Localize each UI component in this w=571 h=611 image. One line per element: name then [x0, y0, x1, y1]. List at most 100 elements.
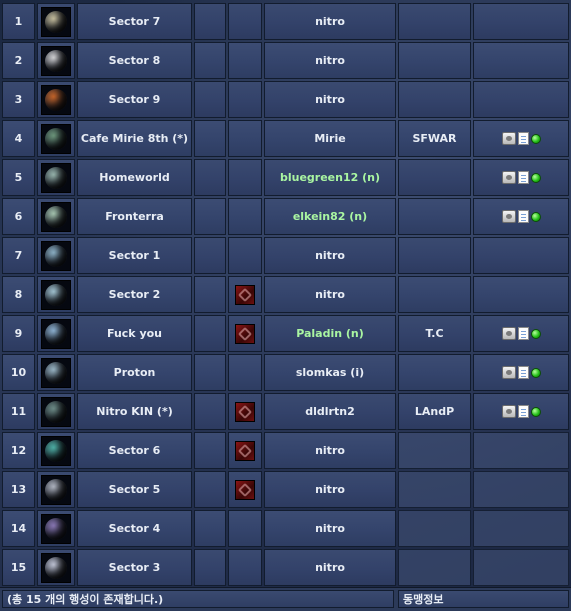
action-icons: [501, 132, 541, 145]
actions-cell: [473, 159, 569, 196]
planet-image-cell[interactable]: [37, 237, 75, 274]
action-icons: [501, 405, 541, 418]
planet-image-cell[interactable]: [37, 81, 75, 118]
planet-name-link[interactable]: Sector 9: [77, 81, 192, 118]
planet-thumbnail[interactable]: [41, 318, 71, 349]
planet-image-cell[interactable]: [37, 42, 75, 79]
planet-thumbnail[interactable]: [41, 6, 71, 37]
online-status-icon: [530, 406, 541, 417]
planet-thumbnail[interactable]: [41, 240, 71, 271]
owner-name-link[interactable]: nitro: [264, 471, 396, 508]
planet-name-link[interactable]: Sector 6: [77, 432, 192, 469]
owner-name-link[interactable]: nitro: [264, 3, 396, 40]
planet-thumbnail[interactable]: [41, 123, 71, 154]
planet-thumbnail[interactable]: [41, 162, 71, 193]
planet-name-link[interactable]: Sector 1: [77, 237, 192, 274]
planet-icon: [45, 244, 67, 267]
message-icon[interactable]: [517, 327, 529, 340]
planet-thumbnail[interactable]: [41, 552, 71, 583]
planet-name-link[interactable]: Fronterra: [77, 198, 192, 235]
alliance-tag: [398, 471, 471, 508]
planet-image-cell[interactable]: [37, 549, 75, 586]
planet-image-cell[interactable]: [37, 393, 75, 430]
alliance-tag[interactable]: T.C: [398, 315, 471, 352]
planet-image-cell[interactable]: [37, 120, 75, 157]
profile-icon[interactable]: [501, 210, 516, 223]
message-icon[interactable]: [517, 366, 529, 379]
empty-slot-cell: [194, 237, 226, 274]
planet-name-link[interactable]: Sector 2: [77, 276, 192, 313]
emblem-cell: [228, 3, 262, 40]
planet-thumbnail[interactable]: [41, 396, 71, 427]
alliance-tag: [398, 81, 471, 118]
planet-name-link[interactable]: Sector 3: [77, 549, 192, 586]
alliance-tag: [398, 354, 471, 391]
owner-name-link[interactable]: elkein82 (n): [264, 198, 396, 235]
alliance-tag[interactable]: SFWAR: [398, 120, 471, 157]
planet-name-link[interactable]: Homeworld: [77, 159, 192, 196]
planet-image-cell[interactable]: [37, 510, 75, 547]
planet-thumbnail[interactable]: [41, 45, 71, 76]
planet-image-cell[interactable]: [37, 315, 75, 352]
message-icon[interactable]: [517, 171, 529, 184]
actions-cell: [473, 42, 569, 79]
owner-name-link[interactable]: nitro: [264, 432, 396, 469]
empty-slot-cell: [194, 471, 226, 508]
alliance-tag: [398, 276, 471, 313]
table-row: 12 Sector 6 nitro: [0, 432, 571, 469]
planet-thumbnail[interactable]: [41, 513, 71, 544]
planet-thumbnail[interactable]: [41, 435, 71, 466]
message-icon[interactable]: [517, 405, 529, 418]
owner-name-link[interactable]: Mirie: [264, 120, 396, 157]
owner-name-link[interactable]: nitro: [264, 81, 396, 118]
message-icon[interactable]: [517, 132, 529, 145]
profile-icon[interactable]: [501, 132, 516, 145]
profile-icon[interactable]: [501, 171, 516, 184]
alliance-tag[interactable]: LAndP: [398, 393, 471, 430]
profile-icon[interactable]: [501, 366, 516, 379]
planet-name-link[interactable]: Sector 5: [77, 471, 192, 508]
table-row: 6 Fronterra elkein82 (n): [0, 198, 571, 235]
row-number: 2: [2, 42, 35, 79]
planet-image-cell[interactable]: [37, 198, 75, 235]
planet-name-link[interactable]: Proton: [77, 354, 192, 391]
planet-thumbnail[interactable]: [41, 201, 71, 232]
row-number: 9: [2, 315, 35, 352]
owner-name-link[interactable]: nitro: [264, 42, 396, 79]
planet-name-link[interactable]: Sector 8: [77, 42, 192, 79]
planet-image-cell[interactable]: [37, 471, 75, 508]
row-number: 15: [2, 549, 35, 586]
planet-thumbnail[interactable]: [41, 84, 71, 115]
actions-cell: [473, 510, 569, 547]
owner-name-link[interactable]: nitro: [264, 549, 396, 586]
planet-name-link[interactable]: Sector 4: [77, 510, 192, 547]
planet-image-cell[interactable]: [37, 276, 75, 313]
owner-name-link[interactable]: nitro: [264, 237, 396, 274]
owner-name-link[interactable]: nitro: [264, 510, 396, 547]
planet-name-link[interactable]: Sector 7: [77, 3, 192, 40]
planet-name-link[interactable]: Fuck you: [77, 315, 192, 352]
empty-slot-cell: [194, 510, 226, 547]
planet-image-cell[interactable]: [37, 3, 75, 40]
empty-slot-cell: [194, 276, 226, 313]
planet-name-link[interactable]: Cafe Mirie 8th (*): [77, 120, 192, 157]
planet-name-link[interactable]: Nitro KIN (*): [77, 393, 192, 430]
action-icons: [501, 171, 541, 184]
planet-thumbnail[interactable]: [41, 279, 71, 310]
alliance-info-link[interactable]: 동맹정보: [398, 590, 569, 608]
planet-thumbnail[interactable]: [41, 474, 71, 505]
owner-name-link[interactable]: bluegreen12 (n): [264, 159, 396, 196]
actions-cell: [473, 393, 569, 430]
message-icon[interactable]: [517, 210, 529, 223]
owner-name-link[interactable]: dldlrtn2: [264, 393, 396, 430]
planet-image-cell[interactable]: [37, 432, 75, 469]
planet-image-cell[interactable]: [37, 159, 75, 196]
planet-thumbnail[interactable]: [41, 357, 71, 388]
profile-icon[interactable]: [501, 405, 516, 418]
owner-name-link[interactable]: nitro: [264, 276, 396, 313]
table-row: 14 Sector 4 nitro: [0, 510, 571, 547]
planet-image-cell[interactable]: [37, 354, 75, 391]
owner-name-link[interactable]: slomkas (i): [264, 354, 396, 391]
owner-name-link[interactable]: Paladin (n): [264, 315, 396, 352]
profile-icon[interactable]: [501, 327, 516, 340]
